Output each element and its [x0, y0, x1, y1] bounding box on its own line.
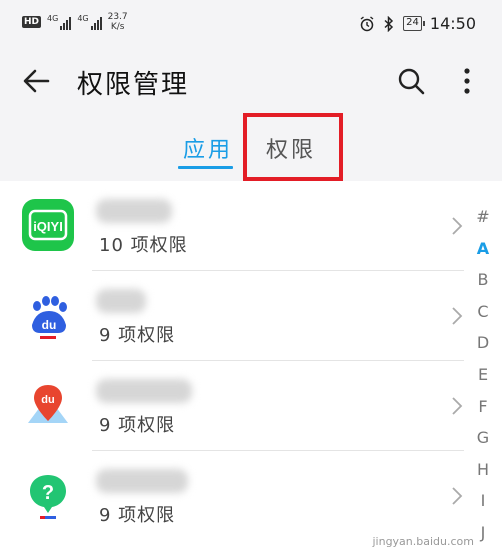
active-tab-indicator — [178, 166, 233, 169]
more-vertical-icon — [464, 68, 470, 94]
alpha-letter[interactable]: H — [468, 454, 498, 486]
network-speed: 23.7 K/s — [108, 12, 128, 32]
app-name-redacted — [96, 199, 172, 223]
page-title: 权限管理 — [77, 70, 190, 100]
status-left: HD 4G 4G 23.7 K/s — [22, 12, 128, 32]
status-right: 24 14:50 — [359, 14, 476, 33]
alpha-letter[interactable]: G — [468, 422, 498, 454]
alpha-letter[interactable]: B — [468, 264, 498, 296]
app-permission-list: iQIYI 10 项权限 du 9 项权限 du 9 项权限 ? 9 项权限 — [0, 181, 502, 554]
clock: 14:50 — [429, 14, 476, 33]
chevron-right-icon — [452, 487, 463, 505]
tab-apps[interactable]: 应用 — [183, 132, 233, 164]
chevron-right-icon — [452, 397, 463, 415]
network-label: 4G — [47, 14, 59, 23]
signal-icon: 4G — [47, 14, 72, 30]
hd-badge: HD — [22, 16, 42, 28]
alpha-letter[interactable]: C — [468, 296, 498, 328]
alpha-letter[interactable]: I — [468, 485, 498, 517]
battery-icon: 24 — [403, 16, 425, 31]
list-item[interactable]: du 9 项权限 — [0, 271, 470, 361]
list-item[interactable]: du 9 项权限 — [0, 361, 470, 451]
alpha-letter[interactable]: A — [468, 233, 498, 265]
baidu-map-icon: du — [22, 379, 74, 431]
baidu-icon: du — [22, 289, 74, 341]
list-item[interactable]: ? 9 项权限 — [0, 451, 470, 541]
app-name-redacted — [96, 379, 192, 403]
signal-icon: 4G — [77, 14, 102, 30]
alpha-letter[interactable]: F — [468, 391, 498, 423]
svg-text:du: du — [42, 318, 57, 332]
app-name-redacted — [96, 289, 146, 313]
network-label: 4G — [77, 14, 89, 23]
iqiyi-icon: iQIYI — [22, 199, 74, 251]
chevron-right-icon — [452, 307, 463, 325]
back-button[interactable] — [20, 64, 54, 98]
back-arrow-icon — [23, 69, 50, 93]
app-bar: 权限管理 — [0, 52, 502, 112]
annotation-highlight-box — [243, 113, 343, 181]
bluetooth-icon — [384, 15, 394, 32]
list-item[interactable]: iQIYI 10 项权限 — [0, 181, 470, 271]
svg-text:du: du — [41, 394, 54, 406]
more-options-button[interactable] — [455, 64, 479, 98]
speed-unit: K/s — [110, 22, 125, 32]
watermark: jingyan.baidu.com — [372, 535, 474, 548]
search-button[interactable] — [394, 64, 428, 98]
alpha-letter[interactable]: D — [468, 327, 498, 359]
permission-count: 9 项权限 — [99, 505, 176, 526]
app-name-redacted — [96, 469, 188, 493]
svg-text:iQIYI: iQIYI — [33, 219, 63, 234]
alpha-letter[interactable]: E — [468, 359, 498, 391]
status-bar: HD 4G 4G 23.7 K/s 24 14:50 — [0, 0, 502, 52]
permission-count: 9 项权限 — [99, 325, 176, 346]
help-icon: ? — [22, 469, 74, 521]
svg-text:?: ? — [42, 482, 54, 504]
alarm-icon — [360, 15, 374, 31]
permission-count: 9 项权限 — [99, 415, 176, 436]
alpha-letter[interactable]: # — [468, 201, 498, 233]
speed-value: 23.7 — [107, 12, 128, 22]
search-icon — [398, 68, 425, 95]
permission-count: 10 项权限 — [99, 235, 188, 256]
chevron-right-icon — [452, 217, 463, 235]
alphabet-index[interactable]: # A B C D E F G H I J — [468, 201, 498, 549]
